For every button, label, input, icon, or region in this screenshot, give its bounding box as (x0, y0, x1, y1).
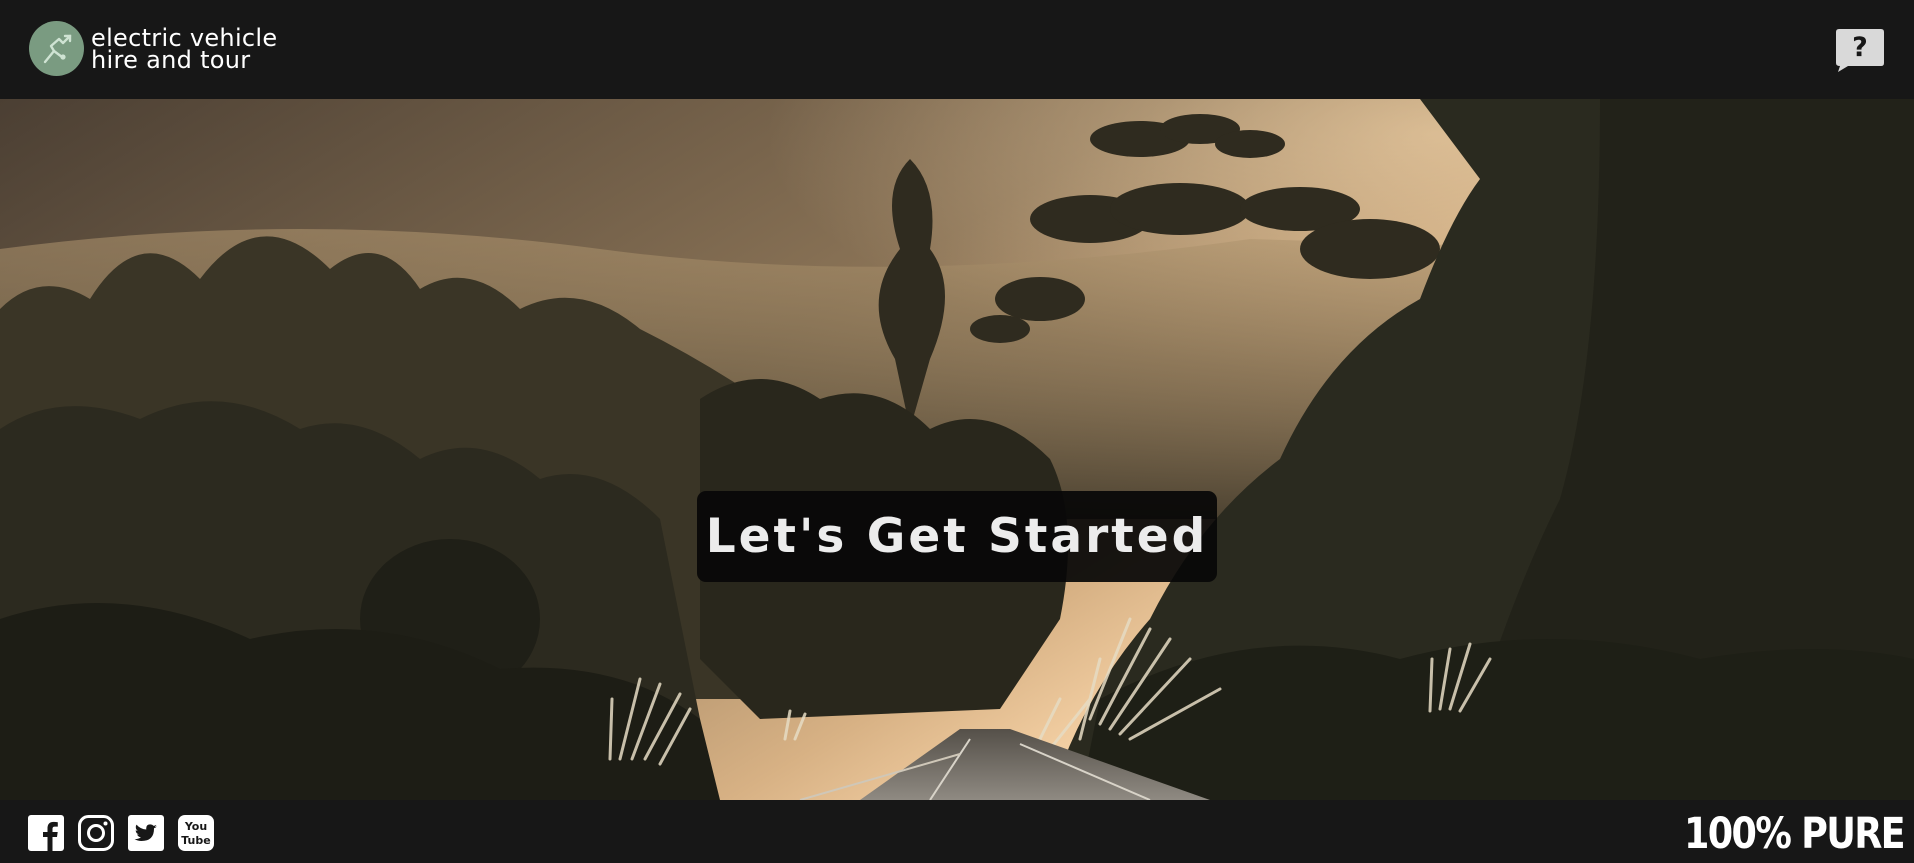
bottom-bar: You Tube 100% PURE (0, 800, 1914, 863)
hero-banner: Let's Get Started (0, 99, 1914, 800)
top-bar: electric vehicle hire and tour ? (0, 0, 1914, 99)
facebook-icon (28, 815, 64, 851)
instagram-icon (78, 815, 114, 851)
help-label: ? (1852, 32, 1868, 63)
100-percent-pure-logo: 100% PURE (1684, 809, 1906, 859)
help-speech-bubble-icon: ? (1836, 29, 1884, 72)
facebook-link[interactable] (28, 815, 64, 851)
youtube-icon: You Tube (178, 815, 214, 851)
help-button[interactable]: ? (1834, 27, 1886, 73)
brand-line-2: hire and tour (91, 45, 251, 74)
instagram-link[interactable] (78, 815, 114, 851)
twitter-link[interactable] (128, 815, 164, 851)
forest-road-background-image (0, 99, 1914, 800)
plug-logo-icon (29, 21, 84, 76)
get-started-button[interactable]: Let's Get Started (697, 491, 1217, 582)
youtube-label-bottom: Tube (181, 834, 210, 847)
youtube-label-top: You (184, 820, 207, 833)
brand-name: electric vehicle hire and tour (91, 26, 277, 74)
site-logo[interactable]: electric vehicle hire and tour (29, 21, 277, 76)
youtube-link[interactable]: You Tube (178, 815, 214, 851)
social-links: You Tube (28, 815, 214, 851)
get-started-label: Let's Get Started (705, 509, 1209, 564)
twitter-icon (128, 815, 164, 851)
